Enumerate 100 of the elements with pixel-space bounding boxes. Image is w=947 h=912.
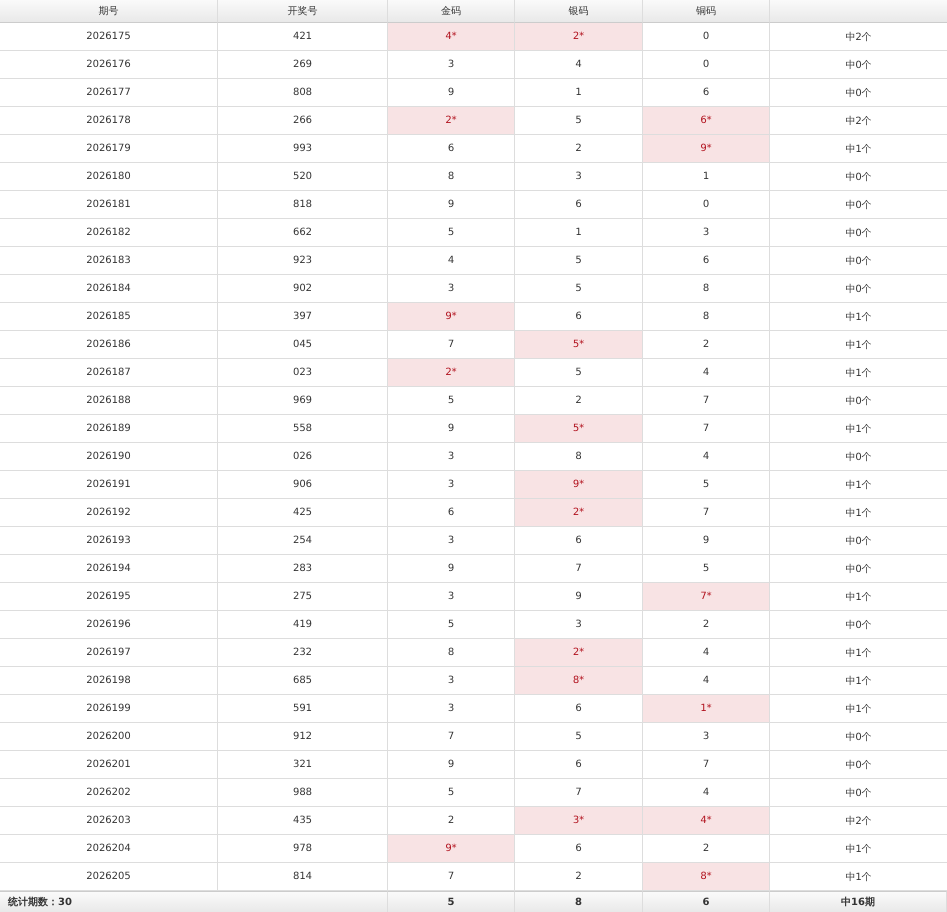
table-cell: 3 (515, 163, 643, 191)
table-cell: 7 (643, 499, 770, 527)
table-cell: 中1个 (770, 135, 947, 163)
table-cell: 0 (643, 51, 770, 79)
table-cell: 9 (388, 751, 515, 779)
table-cell: 2026204 (0, 835, 218, 863)
table-cell: 3 (388, 527, 515, 555)
table-cell: 8* (643, 863, 770, 891)
table-cell: 6 (515, 835, 643, 863)
table-cell: 中0个 (770, 275, 947, 303)
table-cell: 中0个 (770, 611, 947, 639)
table-cell: 中0个 (770, 387, 947, 415)
table-cell: 2 (643, 611, 770, 639)
table-cell: 5 (388, 779, 515, 807)
table-cell: 中0个 (770, 247, 947, 275)
table-cell: 中1个 (770, 415, 947, 443)
table-cell: 中0个 (770, 79, 947, 107)
table-cell: 1 (515, 79, 643, 107)
table-cell: 9* (515, 471, 643, 499)
table-cell: 中0个 (770, 723, 947, 751)
table-cell: 中0个 (770, 443, 947, 471)
table-cell: 2026176 (0, 51, 218, 79)
table-cell: 283 (218, 555, 388, 583)
table-cell: 8* (515, 667, 643, 695)
table-cell: 1 (515, 219, 643, 247)
table-cell: 2026198 (0, 667, 218, 695)
table-cell: 2026189 (0, 415, 218, 443)
table-cell: 2* (515, 639, 643, 667)
table-cell: 3 (388, 583, 515, 611)
table-cell: 2026179 (0, 135, 218, 163)
table-cell: 685 (218, 667, 388, 695)
table-cell: 232 (218, 639, 388, 667)
table-cell: 2026203 (0, 807, 218, 835)
table-cell: 3 (388, 51, 515, 79)
table-cell: 8 (388, 163, 515, 191)
table-cell: 中0个 (770, 51, 947, 79)
table-cell: 4* (388, 23, 515, 51)
table-cell: 8 (643, 303, 770, 331)
table-cell: 9 (388, 555, 515, 583)
table-cell: 6 (388, 135, 515, 163)
table-cell: 912 (218, 723, 388, 751)
table-cell: 906 (218, 471, 388, 499)
table-cell: 2026183 (0, 247, 218, 275)
table-cell: 3 (388, 443, 515, 471)
table-cell: 2026180 (0, 163, 218, 191)
column-header: 银码 (515, 0, 643, 23)
table-cell: 2026175 (0, 23, 218, 51)
table-cell: 2026185 (0, 303, 218, 331)
table-cell: 中1个 (770, 471, 947, 499)
table-cell: 4 (643, 359, 770, 387)
table-cell: 419 (218, 611, 388, 639)
table-cell: 269 (218, 51, 388, 79)
table-cell: 2026202 (0, 779, 218, 807)
table-cell: 3* (515, 807, 643, 835)
table-cell: 中1个 (770, 695, 947, 723)
table-cell: 993 (218, 135, 388, 163)
table-cell: 2* (388, 107, 515, 135)
table-cell: 4 (643, 443, 770, 471)
table-cell: 818 (218, 191, 388, 219)
table-cell: 中2个 (770, 807, 947, 835)
table-cell: 中2个 (770, 107, 947, 135)
table-cell: 6 (515, 751, 643, 779)
table-cell: 中0个 (770, 527, 947, 555)
table-cell: 3 (643, 723, 770, 751)
table-cell: 2026178 (0, 107, 218, 135)
table-cell: 5 (388, 219, 515, 247)
table-cell: 2* (515, 23, 643, 51)
table-cell: 7 (643, 751, 770, 779)
table-cell: 2026192 (0, 499, 218, 527)
table-cell: 321 (218, 751, 388, 779)
table-cell: 8 (515, 891, 643, 912)
column-header: 开奖号 (218, 0, 388, 23)
table-cell: 7 (643, 387, 770, 415)
table-cell: 425 (218, 499, 388, 527)
table-cell: 6 (515, 191, 643, 219)
table-cell: 045 (218, 331, 388, 359)
table-cell: 中0个 (770, 191, 947, 219)
table-cell: 3 (388, 695, 515, 723)
table-cell: 统计期数：30 (0, 891, 388, 912)
table-cell: 5* (515, 331, 643, 359)
table-cell: 2026197 (0, 639, 218, 667)
table-cell: 7 (643, 415, 770, 443)
table-cell: 2026187 (0, 359, 218, 387)
table-cell: 2026199 (0, 695, 218, 723)
table-cell: 969 (218, 387, 388, 415)
table-cell: 中1个 (770, 667, 947, 695)
table-cell: 2026186 (0, 331, 218, 359)
table-cell: 中16期 (770, 891, 947, 912)
table-cell: 4 (643, 639, 770, 667)
table-cell: 988 (218, 779, 388, 807)
table-cell: 5 (388, 387, 515, 415)
table-cell: 3 (643, 219, 770, 247)
table-cell: 6 (643, 247, 770, 275)
table-cell: 1* (643, 695, 770, 723)
table-cell: 6* (643, 107, 770, 135)
table-cell: 2026190 (0, 443, 218, 471)
table-cell: 6 (643, 891, 770, 912)
table-cell: 4 (515, 51, 643, 79)
table-cell: 2026193 (0, 527, 218, 555)
table-cell: 5 (643, 471, 770, 499)
